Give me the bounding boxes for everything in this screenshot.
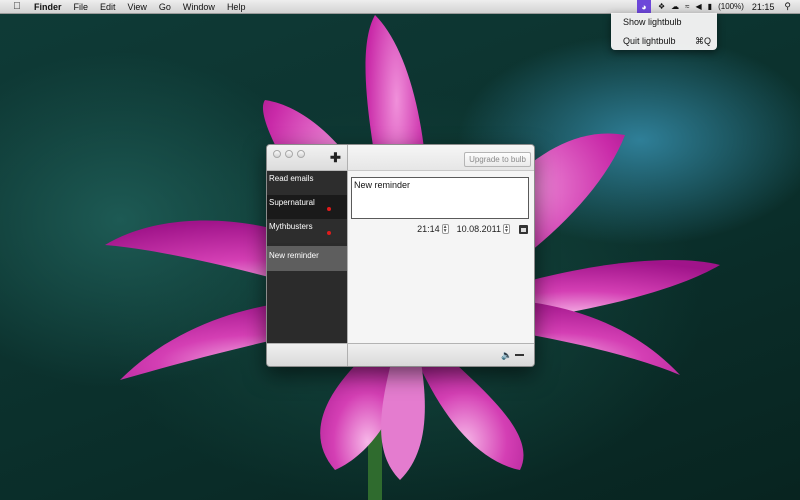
list-item[interactable]: Read emails (267, 171, 347, 195)
list-item[interactable]: Supernatural (267, 195, 347, 219)
remove-reminder-button[interactable] (515, 354, 524, 356)
menu-edit[interactable]: Edit (100, 2, 116, 12)
menu-finder[interactable]: Finder (34, 2, 62, 12)
window-bottom-bar: 🔈 (267, 343, 534, 366)
quit-shortcut: ⌘Q (694, 36, 711, 46)
menu-window[interactable]: Window (183, 2, 215, 12)
time-field[interactable]: 21:14 (417, 224, 440, 234)
status-area: ◕ ❖ ☁ ≈ ◀ ▮ (100%) 21:15 ⚲ (636, 0, 800, 13)
cloud-icon[interactable]: ☁ (671, 2, 679, 11)
reminder-label: Supernatural (269, 198, 315, 207)
flag-dot-icon (327, 231, 331, 235)
flag-dot-icon (327, 207, 331, 211)
reminder-detail: New reminder 21:14 ▲ ▼ 10.08.2011 ▲ ▼ (347, 171, 534, 343)
battery-icon[interactable]: ▮ (708, 2, 712, 11)
quit-label: Quit lightbulb (623, 36, 676, 46)
date-stepper[interactable]: ▲ ▼ (503, 224, 510, 234)
apple-icon[interactable]:  (10, 1, 24, 12)
volume-icon[interactable]: ◀ (696, 2, 702, 11)
menu-bar:  Finder File Edit View Go Window Help ◕… (0, 0, 800, 14)
minimize-button[interactable] (285, 150, 293, 158)
reminder-list: Read emails Supernatural Mythbusters New… (267, 171, 347, 343)
lightbulb-icon[interactable]: ◕ (636, 0, 651, 13)
add-reminder-button[interactable]: ✚ (330, 151, 341, 164)
divider (347, 344, 348, 366)
menu-item-show-lightbulb[interactable]: Show lightbulb (623, 17, 682, 27)
time-stepper[interactable]: ▲ ▼ (441, 224, 449, 234)
menu-clock[interactable]: 21:15 (752, 2, 775, 12)
speaker-icon[interactable]: 🔈 (501, 350, 512, 361)
dropbox-icon[interactable]: ❖ (658, 2, 665, 11)
upgrade-button[interactable]: Upgrade to bulb (464, 152, 531, 167)
wifi-icon[interactable]: ≈ (685, 2, 689, 11)
zoom-button[interactable] (297, 150, 305, 158)
list-item-selected[interactable]: New reminder (267, 246, 347, 271)
reminder-label: Read emails (269, 174, 314, 183)
menu-go[interactable]: Go (159, 2, 171, 12)
close-button[interactable] (273, 150, 281, 158)
lightbulb-status-menu: Show lightbulb Quit lightbulb ⌘Q (611, 13, 717, 50)
reminder-label: Mythbusters (269, 222, 313, 231)
menu-help[interactable]: Help (227, 2, 246, 12)
detail-toolbar: Upgrade to bulb (347, 145, 534, 171)
menu-file[interactable]: File (74, 2, 89, 12)
battery-percent: (100%) (718, 2, 744, 11)
lightbulb-window: ✚ Upgrade to bulb Read emails Supernatur… (266, 144, 535, 367)
menu-view[interactable]: View (128, 2, 147, 12)
spotlight-search-icon[interactable]: ⚲ (784, 1, 791, 12)
calendar-icon[interactable] (519, 224, 528, 234)
reminder-text-field[interactable]: New reminder (351, 177, 529, 219)
reminder-label: New reminder (269, 251, 319, 260)
list-item[interactable]: Mythbusters (267, 219, 347, 243)
menu-item-quit-lightbulb[interactable]: Quit lightbulb ⌘Q (623, 36, 711, 46)
datetime-row: 21:14 ▲ ▼ 10.08.2011 ▲ ▼ (417, 224, 528, 234)
date-field[interactable]: 10.08.2011 (457, 224, 501, 234)
sidebar-toolbar: ✚ (267, 145, 347, 171)
